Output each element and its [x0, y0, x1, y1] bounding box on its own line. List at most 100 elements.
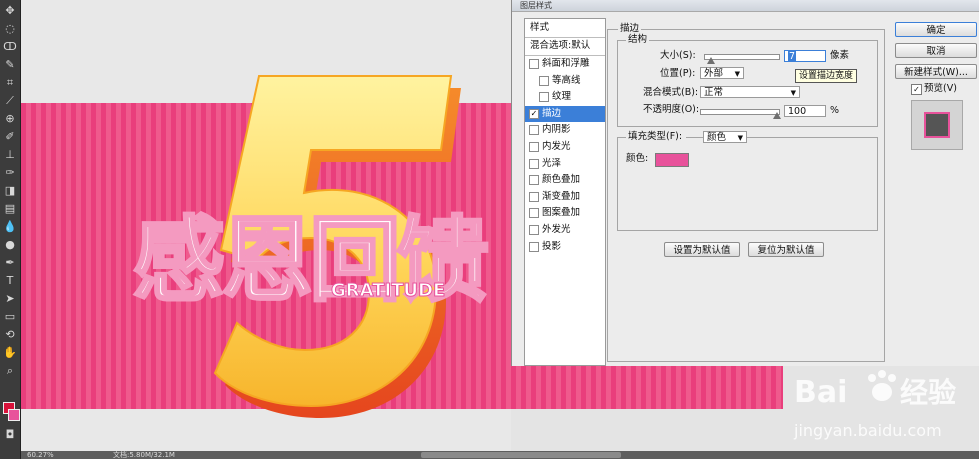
blend-mode-label: 混合模式(B): [643, 87, 699, 98]
style-item-label: 斜面和浮雕 [542, 58, 590, 69]
position-label: 位置(P): [660, 68, 696, 79]
style-item[interactable]: 等高线 [525, 73, 605, 89]
style-item-checkbox[interactable] [529, 191, 539, 202]
crop-tool-icon[interactable]: ⌗ [2, 76, 18, 90]
blend-mode-select[interactable]: 正常 ▼ [700, 86, 800, 98]
style-item-label: 颜色叠加 [542, 174, 581, 186]
style-item-checkbox[interactable] [539, 75, 549, 86]
cancel-button[interactable]: 取消 [895, 43, 977, 58]
style-item-label: 图案叠加 [542, 207, 581, 219]
style-item-checkbox[interactable] [529, 125, 539, 136]
reset-default-button[interactable]: 复位为默认值 [748, 242, 824, 257]
style-item-checkbox[interactable] [529, 225, 539, 235]
style-item-checkbox[interactable] [529, 142, 539, 152]
size-label: 大小(S): [660, 50, 696, 61]
eyedropper-tool-icon[interactable]: ⟋ [2, 94, 18, 108]
quick-select-tool-icon[interactable]: ✎ [2, 58, 18, 72]
tools-panel: ✥ ◌ ↀ ✎ ⌗ ⟋ ⊕ ✐ ⊥ ✑ ◨ ▤ 💧 ● ✒ T ➤ ▭ ⟲ ✋ … [0, 0, 21, 459]
style-item-label: 内阴影 [542, 124, 571, 136]
fill-type-label: 填充类型(F): [626, 131, 687, 143]
style-item[interactable]: 渐变叠加 [525, 189, 605, 205]
3d-rotate-tool-icon[interactable]: ⟲ [2, 328, 18, 342]
style-item[interactable]: 图案叠加 [525, 205, 605, 221]
background-color-swatch[interactable] [8, 409, 20, 421]
opacity-label: 不透明度(O): [643, 104, 700, 115]
style-item[interactable]: 内发光 [525, 139, 605, 155]
document-canvas[interactable]: 感恩回馈 GRATITUDE [21, 0, 511, 451]
size-unit: 像素 [830, 50, 850, 61]
size-input[interactable]: 7 [784, 50, 826, 62]
lasso-tool-icon[interactable]: ↀ [2, 40, 18, 54]
fill-type-group: 填充类型(F): 颜色 ▼ 颜色: [617, 131, 878, 231]
size-slider-handle[interactable] [707, 57, 716, 64]
style-list-panel: 样式 混合选项:默认 斜面和浮雕等高线纹理 ✓ 描边内阴影内发光 光泽颜色叠加渐变叠加… [524, 18, 606, 366]
eraser-tool-icon[interactable]: ◨ [2, 184, 18, 198]
chevron-down-icon: ▼ [790, 89, 796, 97]
brush-tool-icon[interactable]: ✐ [2, 130, 18, 144]
style-item[interactable]: ✓ 描边 [525, 105, 605, 122]
baidu-jingyan-watermark: Bai 经验 jingyan.baidu.com [793, 370, 956, 440]
style-item[interactable]: 斜面和浮雕 [525, 56, 605, 72]
path-select-tool-icon[interactable]: ➤ [2, 292, 18, 306]
opacity-input[interactable]: 100 [784, 105, 826, 117]
style-item[interactable]: 颜色叠加 [525, 172, 605, 188]
zoom-level[interactable]: 60.27% [27, 451, 54, 459]
style-item-checkbox[interactable] [529, 158, 539, 169]
marquee-tool-icon[interactable]: ◌ [2, 22, 18, 36]
size-tooltip: 设置描边宽度 [795, 69, 858, 83]
quick-mask-icon[interactable]: ◘ [2, 428, 18, 442]
style-item-label: 描边 [542, 107, 562, 119]
hand-tool-icon[interactable]: ✋ [2, 346, 18, 360]
move-tool-icon[interactable]: ✥ [2, 4, 18, 18]
style-item-label: 纹理 [552, 91, 572, 103]
style-item-checkbox[interactable] [529, 175, 539, 186]
set-default-button[interactable]: 设置为默认值 [664, 242, 740, 257]
blur-tool-icon[interactable]: 💧 [2, 220, 18, 234]
shape-tool-icon[interactable]: ▭ [2, 310, 18, 324]
style-item-checkbox[interactable] [539, 92, 549, 103]
dialog-title-bar[interactable]: 图层样式 [512, 0, 979, 12]
style-item[interactable]: 内阴影 [525, 122, 605, 138]
style-item-checkbox[interactable] [529, 208, 539, 219]
healing-brush-tool-icon[interactable]: ⊕ [2, 112, 18, 126]
blending-options-item[interactable]: 混合选项:默认 [530, 38, 605, 54]
style-item-checkbox[interactable]: ✓ [529, 108, 539, 119]
opacity-slider[interactable] [700, 109, 781, 119]
style-preview-thumbnail [924, 112, 950, 138]
stroke-color-swatch[interactable] [655, 153, 689, 167]
ok-button[interactable]: 确定 [895, 22, 977, 37]
position-select[interactable]: 外部 ▼ [700, 67, 744, 79]
structure-group-title: 结构 [626, 34, 650, 46]
size-slider[interactable] [704, 54, 780, 64]
style-item-label: 等高线 [552, 74, 581, 86]
style-item[interactable]: 纹理 [525, 89, 605, 105]
preview-checkbox[interactable]: ✓ [911, 84, 922, 95]
fill-type-select[interactable]: 颜色 ▼ [703, 131, 747, 143]
pen-tool-icon[interactable]: ✒ [2, 256, 18, 270]
style-item[interactable]: 投影 [525, 239, 605, 255]
style-item-checkbox[interactable] [529, 241, 539, 252]
dodge-tool-icon[interactable]: ● [2, 238, 18, 252]
opacity-slider-handle[interactable] [773, 112, 781, 119]
layer-style-dialog: 图层样式 样式 混合选项:默认 斜面和浮雕 等高线 纹理 ✓ 描边 内阴影 内发光 光泽 颜色叠… [511, 0, 979, 366]
horizontal-scrollbar[interactable] [421, 452, 621, 458]
style-item[interactable]: 外发光 [525, 222, 605, 238]
styles-header[interactable]: 样式 [530, 20, 605, 36]
watermark-url: jingyan.baidu.com [793, 421, 942, 440]
history-brush-tool-icon[interactable]: ✑ [2, 166, 18, 180]
artwork-sub-text: GRATITUDE [331, 280, 445, 301]
clone-stamp-tool-icon[interactable]: ⊥ [2, 148, 18, 162]
document-size: 文档:5.80M/32.1M [113, 451, 175, 459]
pink-banner-background-right [511, 366, 783, 409]
preview-label: 预览(V) [924, 83, 957, 94]
style-item-checkbox[interactable] [529, 59, 539, 69]
zoom-tool-icon[interactable]: ⌕ [2, 364, 18, 378]
artwork-graphic: 感恩回馈 GRATITUDE [132, 75, 493, 418]
opacity-unit: % [830, 105, 840, 116]
type-tool-icon[interactable]: T [2, 274, 18, 288]
gradient-tool-icon[interactable]: ▤ [2, 202, 18, 216]
style-item[interactable]: 光泽 [525, 156, 605, 172]
watermark-brand-right: 经验 [900, 376, 956, 409]
style-item-label: 外发光 [542, 224, 571, 235]
new-style-button[interactable]: 新建样式(W)... [895, 64, 977, 79]
